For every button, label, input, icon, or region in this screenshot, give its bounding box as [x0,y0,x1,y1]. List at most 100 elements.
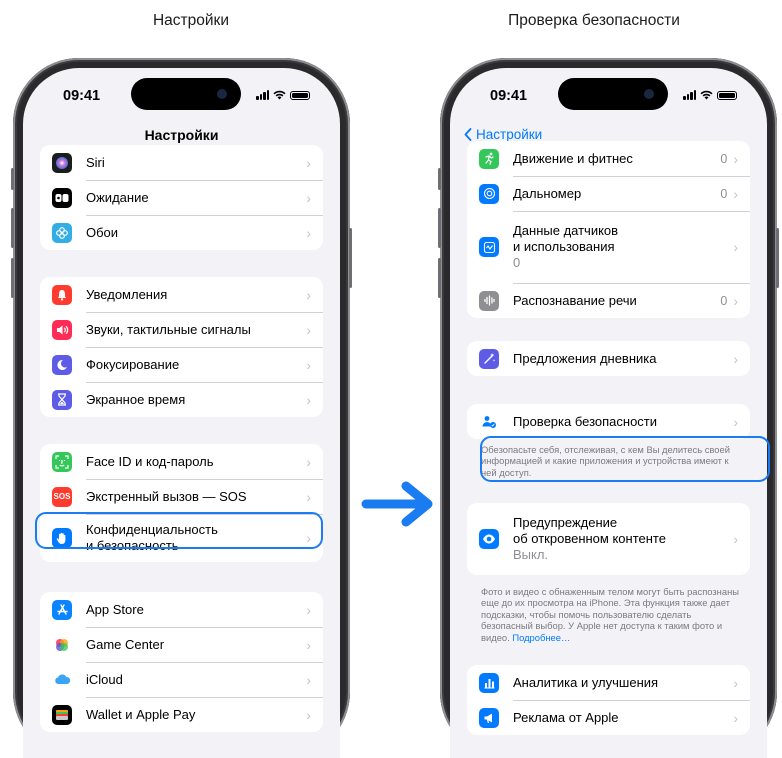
analytics-icon [479,672,499,693]
status-time: 09:41 [63,88,101,104]
row-label-line1: Предупреждение [513,515,618,530]
settings-row-sounds[interactable]: Звуки, тактильные сигналы › [40,312,323,347]
chevron-right-icon: › [733,150,738,167]
settings-row-sos[interactable]: SOS Экстренный вызов — SOS › [40,479,323,514]
chevron-right-icon: › [733,239,738,255]
wifi-icon [700,90,713,100]
siri-icon [52,152,72,173]
privacy-row-ads[interactable]: Реклама от Apple › [467,700,750,735]
battery-icon [290,90,310,100]
chevron-right-icon: › [733,531,738,547]
privacy-row-speech[interactable]: Распознавание речи 0 › [467,283,750,318]
row-label-line2: и использования [513,239,615,254]
ads-icon [479,707,499,728]
privacy-row-analytics[interactable]: Аналитика и улучшения › [467,665,750,700]
settings-group-2: Уведомления › Звуки, тактильные сигналы › … [40,277,323,417]
row-label: Экранное время [86,392,186,407]
faceid-icon [52,451,72,472]
back-button[interactable]: Настройки [464,127,542,142]
speech-icon [479,290,499,311]
row-label: Реклама от Apple [513,710,619,725]
chevron-right-icon: › [733,185,738,202]
privacy-row-fitness[interactable]: Движение и фитнес 0 › [467,141,750,176]
row-value: 0 [720,293,728,308]
right-phone: 09:41 Настройки Движение и фитнес 0 › Даль… [438,58,779,758]
row-label-line2: об откровенном контенте [513,531,666,546]
appstore-icon [52,599,72,620]
chevron-right-icon: › [306,286,311,303]
status-time: 09:41 [490,88,528,104]
row-label: Проверка безопасности [513,414,658,429]
sensitive-content-footnote: Фото и видео с обнаженным телом могут бы… [481,586,743,643]
gamecenter-icon [52,634,72,655]
left-phone: 09:41 Настройки Siri › Ожидание › Обои › [11,58,352,758]
fitness-icon [479,148,499,169]
left-screen: 09:41 Настройки Siri › Ожидание › Обои › [23,68,340,758]
chevron-right-icon: › [306,453,311,470]
privacy-group-sensitive: Предупреждение об откровенном контенте Вык… [467,503,750,575]
settings-group-1: Siri › Ожидание › Обои › [40,145,323,250]
volume-up-button [438,208,441,248]
row-label: Экстренный вызов — SOS [86,489,247,504]
sensor-icon [479,237,499,257]
chevron-right-icon: › [733,413,738,430]
chevron-right-icon: › [306,154,311,171]
privacy-row-measure[interactable]: Дальномер 0 › [467,176,750,211]
arrow-right-icon [361,481,433,527]
chevron-right-icon: › [733,292,738,309]
battery-icon [717,90,737,100]
settings-row-icloud[interactable]: iCloud › [40,662,323,697]
chevron-right-icon: › [306,189,311,206]
settings-row-wallpaper[interactable]: Обои › [40,215,323,250]
row-label: Распознавание речи [513,293,637,308]
wifi-icon [273,90,286,100]
settings-row-screen-time[interactable]: Экранное время › [40,382,323,417]
dynamic-island [131,78,241,110]
row-label: Предложения дневника [513,351,657,366]
status-bar: 09:41 [450,68,767,118]
side-button [776,228,779,288]
privacy-row-safety-check[interactable]: Проверка безопасности › [467,404,750,439]
settings-row-appstore[interactable]: App Store › [40,592,323,627]
chevron-right-icon: › [306,321,311,338]
privacy-group-journal: Предложения дневника › [467,341,750,376]
hourglass-icon [52,389,72,410]
row-label-line1: Данные датчиков [513,223,619,238]
row-label: Дальномер [513,186,582,201]
row-label: Уведомления [86,287,168,302]
chevron-right-icon: › [306,356,311,373]
row-subtitle: Выкл. [513,547,549,562]
settings-row-notifications[interactable]: Уведомления › [40,277,323,312]
chevron-right-icon: › [306,601,311,618]
wallet-icon [52,704,72,725]
row-label: Фокусирование [86,357,180,372]
settings-row-focus[interactable]: Фокусирование › [40,347,323,382]
settings-row-faceid[interactable]: Face ID и код-пароль › [40,444,323,479]
row-label: Ожидание [86,190,149,205]
settings-row-siri[interactable]: Siri › [40,145,323,180]
privacy-row-journal[interactable]: Предложения дневника › [467,341,750,376]
sensitive-content-icon [479,529,499,549]
back-label: Настройки [476,127,543,142]
row-value: 0 [720,186,728,201]
settings-row-wallet[interactable]: Wallet и Apple Pay › [40,697,323,732]
privacy-group-safety: Проверка безопасности › [467,404,750,439]
icloud-icon [52,669,72,690]
speaker-icon [52,319,72,340]
action-button [11,168,14,190]
privacy-row-sensitive-content[interactable]: Предупреждение об откровенном контенте Вык… [467,503,750,575]
volume-down-button [11,258,14,298]
row-label: Аналитика и улучшения [513,675,659,690]
learn-more-link[interactable]: Подробнее… [512,632,570,643]
volume-down-button [438,258,441,298]
highlight-privacy-row [35,512,323,549]
settings-row-gamecenter[interactable]: Game Center › [40,627,323,662]
chevron-right-icon: › [306,636,311,653]
row-label: App Store [86,602,144,617]
action-button [438,168,441,190]
privacy-row-sensor[interactable]: Данные датчиков и использования 0 › [467,211,750,283]
row-label: Движение и фитнес [513,151,633,166]
settings-row-standby[interactable]: Ожидание › [40,180,323,215]
cellular-signal-icon [256,90,269,100]
volume-up-button [11,208,14,248]
